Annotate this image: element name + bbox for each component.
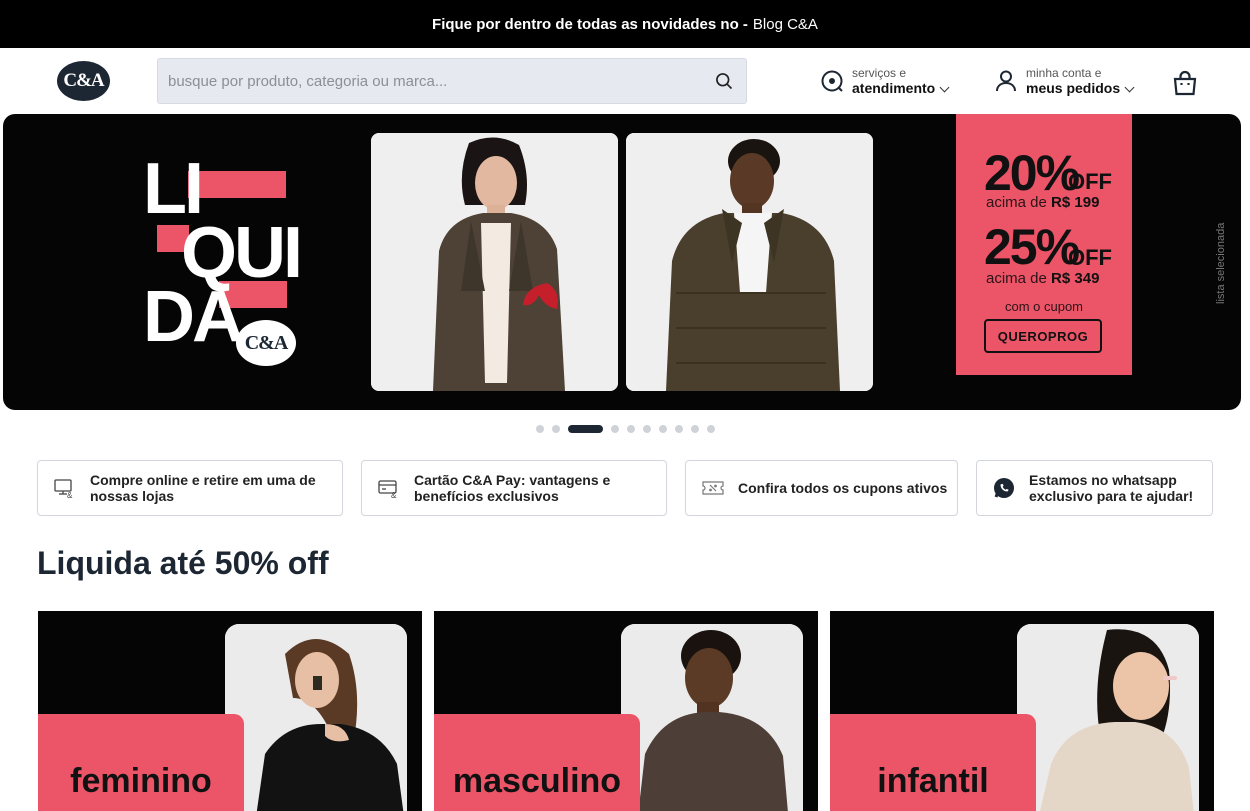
section-title: Liquida até 50% off — [37, 545, 329, 581]
service-menu-small: serviços e — [852, 66, 907, 80]
carousel-dot[interactable] — [691, 425, 699, 433]
category-label: masculino — [452, 762, 622, 800]
discount-min: acima de R$ 349 — [986, 270, 1099, 287]
account-menu[interactable]: minha conta e meus pedidos — [994, 64, 1135, 98]
category-label: infantil — [877, 762, 989, 800]
category-tag: feminino — [38, 714, 244, 811]
category-photo-infantil — [1017, 624, 1199, 811]
chevron-down-icon — [1124, 82, 1135, 93]
chevron-down-icon — [939, 82, 950, 93]
category-tag: infantil — [830, 714, 1036, 811]
discount-min-prefix: acima de — [986, 194, 1047, 211]
info-card-text: Cartão C&A Pay: vantagens e benefícios e… — [414, 472, 611, 504]
carousel-dot-active[interactable] — [568, 425, 603, 433]
carousel-dot[interactable] — [707, 425, 715, 433]
account-menu-label: meus pedidos — [1026, 80, 1121, 96]
category-card-masculino[interactable]: masculino — [434, 611, 818, 811]
carousel-dot[interactable] — [675, 425, 683, 433]
carousel-dot[interactable] — [552, 425, 560, 433]
blog-link[interactable]: Blog C&A — [753, 16, 818, 33]
category-label: feminino — [70, 762, 212, 800]
category-card-infantil[interactable]: infantil — [830, 611, 1214, 811]
store-pickup-icon: & — [54, 479, 73, 499]
announcement-bar: Fique por dentro de todas as novidades n… — [0, 0, 1250, 48]
carousel-dots — [536, 425, 715, 433]
category-card-feminino[interactable]: feminino — [38, 611, 422, 811]
discount-min-value: R$ 349 — [1051, 270, 1100, 287]
info-card-cea-pay[interactable]: & Cartão C&A Pay: vantagens e benefícios… — [361, 460, 667, 516]
category-photo-masculino — [621, 624, 803, 811]
site-header: C&A serviços e atendimento minha conta e… — [0, 48, 1250, 114]
search-input[interactable] — [168, 59, 688, 103]
banner-side-label: lista selecionada — [1215, 222, 1227, 304]
coupon-label: com o cupom — [1004, 299, 1084, 314]
search-bar — [157, 58, 747, 104]
banner-photo-woman — [371, 133, 618, 391]
coupon-icon — [702, 481, 724, 495]
discount-percent: 25% — [984, 219, 1080, 275]
svg-text:&: & — [67, 491, 73, 499]
hero-banner[interactable]: LI QUI DA C&A 20% OFF acima de R$ 199 25… — [3, 114, 1241, 410]
info-card-text: Confira todos os cupons ativos — [738, 480, 948, 496]
info-card-text: Compre online e retire em uma de nossas … — [90, 472, 316, 504]
info-card-store-pickup[interactable]: & Compre online e retire em uma de nossa… — [37, 460, 343, 516]
banner-logo: C&A — [236, 320, 296, 366]
brand-logo[interactable]: C&A — [57, 61, 110, 101]
discount-percent: 20% — [984, 145, 1080, 201]
service-menu[interactable]: serviços e atendimento — [820, 64, 950, 98]
liquida-headline: LI QUI DA — [143, 153, 313, 353]
carousel-dot[interactable] — [536, 425, 544, 433]
info-card-whatsapp[interactable]: Estamos no whatsapp exclusivo para te aj… — [976, 460, 1213, 516]
card-icon: & — [378, 480, 397, 499]
whatsapp-icon — [994, 478, 1014, 498]
carousel-dot[interactable] — [659, 425, 667, 433]
chat-support-icon — [821, 70, 843, 92]
info-card-text: Estamos no whatsapp exclusivo para te aj… — [1029, 472, 1194, 504]
user-icon — [996, 70, 1016, 92]
discount-promo-card[interactable]: 20% OFF acima de R$ 199 25% OFF acima de… — [956, 114, 1132, 375]
carousel-dot[interactable] — [611, 425, 619, 433]
discount-off: OFF — [1068, 245, 1112, 270]
info-card-coupons[interactable]: Confira todos os cupons ativos — [685, 460, 958, 516]
svg-text:&: & — [391, 491, 397, 499]
discount-min: acima de R$ 199 — [986, 194, 1099, 211]
shopping-bag-icon[interactable] — [1172, 70, 1198, 96]
carousel-dot[interactable] — [643, 425, 651, 433]
account-menu-small: minha conta e — [1026, 66, 1102, 80]
headline-line: DA — [143, 277, 244, 357]
discount-off: OFF — [1068, 169, 1112, 194]
coupon-code: QUEROPROG — [984, 319, 1102, 353]
banner-photo-man — [626, 133, 873, 391]
carousel-dot[interactable] — [627, 425, 635, 433]
discount-min-value: R$ 199 — [1051, 194, 1100, 211]
service-menu-label: atendimento — [852, 80, 936, 96]
announcement-text: Fique por dentro de todas as novidades n… — [432, 15, 748, 33]
category-photo-feminino — [225, 624, 407, 811]
discount-min-prefix: acima de — [986, 270, 1047, 287]
headline-accent-bar — [188, 171, 286, 198]
search-icon[interactable] — [714, 71, 734, 91]
category-tag: masculino — [434, 714, 640, 811]
